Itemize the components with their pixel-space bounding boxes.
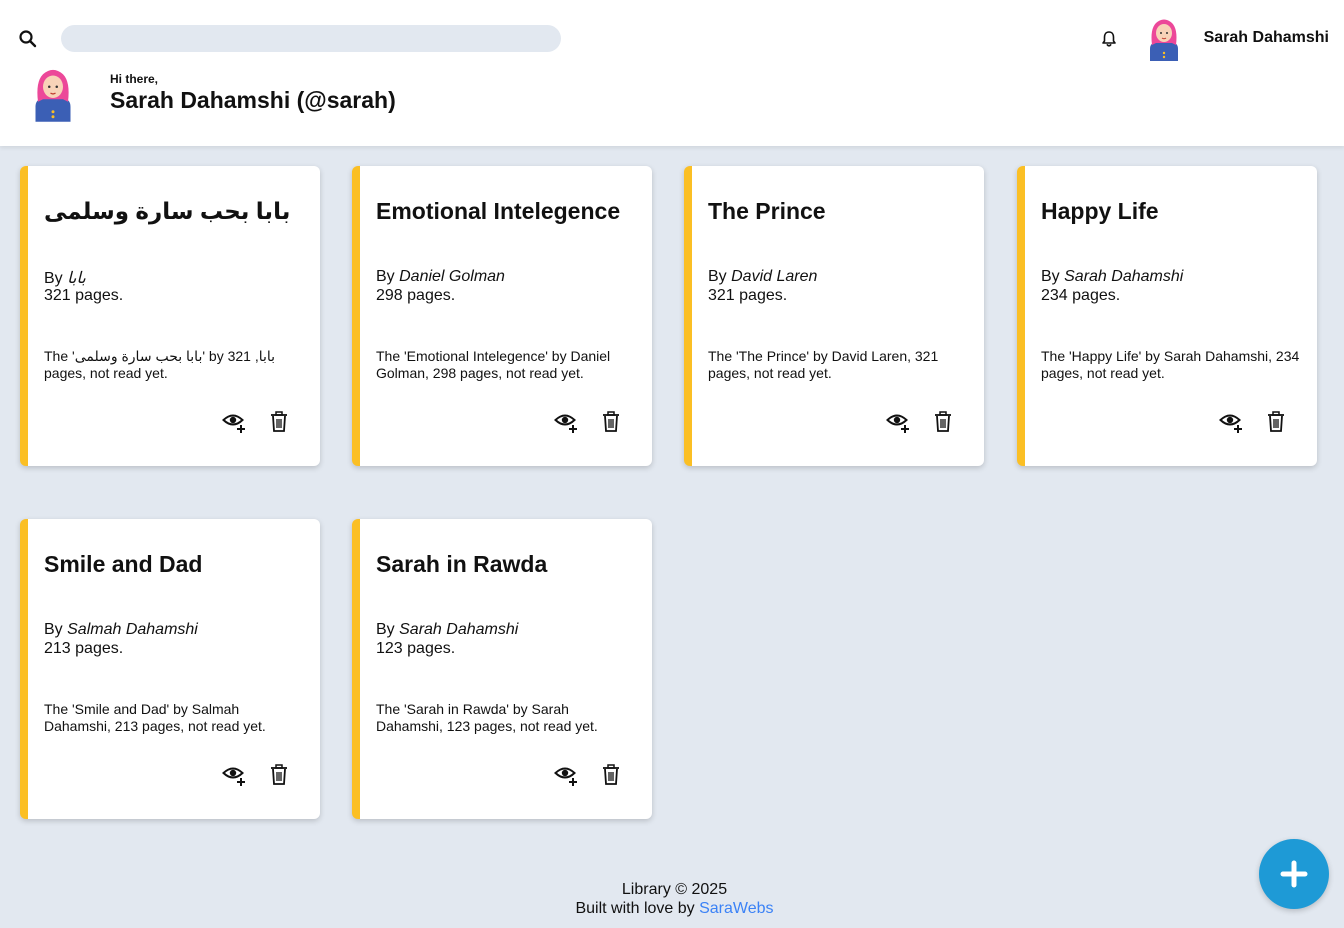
search-icon[interactable] <box>18 29 38 49</box>
greeting-label: Hi there, <box>110 72 159 86</box>
search-input[interactable] <box>61 25 561 52</box>
by-label: By <box>44 621 63 638</box>
book-pages: 321 pages. <box>44 287 124 304</box>
eye-plus-icon <box>554 414 577 433</box>
footer-link-sarawebs[interactable]: SaraWebs <box>699 900 773 917</box>
book-pages: 213 pages. <box>44 640 124 657</box>
book-pages: 234 pages. <box>1041 287 1121 304</box>
book-title: Happy Life <box>1041 198 1159 224</box>
eye-plus-icon <box>886 414 909 433</box>
by-label: By <box>1041 268 1060 285</box>
by-label: By <box>376 268 395 285</box>
card-actions <box>222 763 302 787</box>
card-actions <box>886 410 966 434</box>
trash-icon <box>935 411 951 432</box>
delete-book-button[interactable] <box>933 411 953 433</box>
footer-built-with: Built with love by <box>575 900 695 917</box>
book-card: Happy Life By Sarah Dahamshi 234 pages. … <box>1017 166 1317 466</box>
book-author-line: By Salmah Dahamshi <box>44 621 198 639</box>
book-pages: 123 pages. <box>376 640 456 657</box>
book-author-line: By David Laren <box>708 268 817 286</box>
footer-credit: Built with love by SaraWebs <box>0 899 1344 918</box>
book-card: Smile and Dad By Salmah Dahamshi 213 pag… <box>20 519 320 819</box>
book-description: The 'Emotional Intelegence' by Daniel Go… <box>376 348 611 381</box>
mark-read-button[interactable] <box>886 410 912 434</box>
book-pages: 298 pages. <box>376 287 456 304</box>
footer-copyright: Library © 2025 <box>621 881 728 898</box>
book-author: Sarah Dahamshi <box>399 621 519 638</box>
mark-read-button[interactable] <box>554 410 580 434</box>
mark-read-button[interactable] <box>222 410 248 434</box>
card-actions <box>554 410 634 434</box>
book-card: The Prince By David Laren 321 pages. The… <box>684 166 984 466</box>
book-title: Smile and Dad <box>44 551 203 577</box>
trash-icon <box>271 411 287 432</box>
book-author: Sarah Dahamshi <box>1064 268 1184 285</box>
bell-icon[interactable] <box>1100 30 1118 48</box>
user-avatar[interactable] <box>1144 15 1184 61</box>
card-actions <box>554 763 634 787</box>
header-username[interactable]: Sarah Dahamshi <box>1204 29 1329 47</box>
trash-icon <box>1268 411 1284 432</box>
mark-read-button[interactable] <box>1219 410 1245 434</box>
book-author-line: By Daniel Golman <box>376 268 505 286</box>
book-card: Sarah in Rawda By Sarah Dahamshi 123 pag… <box>352 519 652 819</box>
mark-read-button[interactable] <box>554 763 580 787</box>
eye-plus-icon <box>222 767 245 786</box>
by-label: By <box>44 270 63 287</box>
trash-icon <box>603 764 619 785</box>
top-header: Sarah Dahamshi Hi there, Sarah Dahamshi … <box>0 0 1344 146</box>
delete-book-button[interactable] <box>601 411 621 433</box>
book-author-line: By Sarah Dahamshi <box>1041 268 1183 286</box>
greeting-name: Sarah Dahamshi (@sarah) <box>110 87 396 113</box>
card-actions <box>222 410 302 434</box>
book-description: The 'The Prince' by David Laren, 321 pag… <box>708 348 939 381</box>
eye-plus-icon <box>554 767 577 786</box>
book-description: The 'Smile and Dad' by Salmah Dahamshi, … <box>44 701 266 734</box>
card-actions <box>1219 410 1299 434</box>
delete-book-button[interactable] <box>269 411 289 433</box>
book-author-line: By بابا <box>44 268 86 288</box>
book-pages: 321 pages. <box>708 287 788 304</box>
page-footer: Library © 2025 Built with love by SaraWe… <box>0 880 1344 918</box>
book-description: The 'Sarah in Rawda' by Sarah Dahamshi, … <box>376 701 598 734</box>
book-description: The 'بابا بحب سارة وسلمى' by بابا, 321 p… <box>44 348 276 381</box>
delete-book-button[interactable] <box>269 764 289 786</box>
eye-plus-icon <box>1219 414 1242 433</box>
mark-read-button[interactable] <box>222 763 248 787</box>
book-title: Emotional Intelegence <box>376 198 621 224</box>
trash-icon <box>603 411 619 432</box>
eye-plus-icon <box>222 414 245 433</box>
add-book-button[interactable] <box>1259 839 1329 909</box>
book-author: Salmah Dahamshi <box>67 621 198 638</box>
book-card: Emotional Intelegence By Daniel Golman 2… <box>352 166 652 466</box>
by-label: By <box>708 268 727 285</box>
book-author: David Laren <box>731 268 818 285</box>
book-title: بابا بحب سارة وسلمى <box>44 198 291 224</box>
book-card: بابا بحب سارة وسلمى By بابا 321 pages. T… <box>20 166 320 466</box>
plus-icon <box>1280 860 1308 888</box>
delete-book-button[interactable] <box>1266 411 1286 433</box>
book-author-line: By Sarah Dahamshi <box>376 621 518 639</box>
book-title: Sarah in Rawda <box>376 551 548 577</box>
profile-avatar <box>28 62 78 124</box>
book-title: The Prince <box>708 198 826 224</box>
delete-book-button[interactable] <box>601 764 621 786</box>
trash-icon <box>271 764 287 785</box>
by-label: By <box>376 621 395 638</box>
book-description: The 'Happy Life' by Sarah Dahamshi, 234 … <box>1041 348 1300 381</box>
book-author: بابا <box>67 270 86 287</box>
book-author: Daniel Golman <box>399 268 505 285</box>
